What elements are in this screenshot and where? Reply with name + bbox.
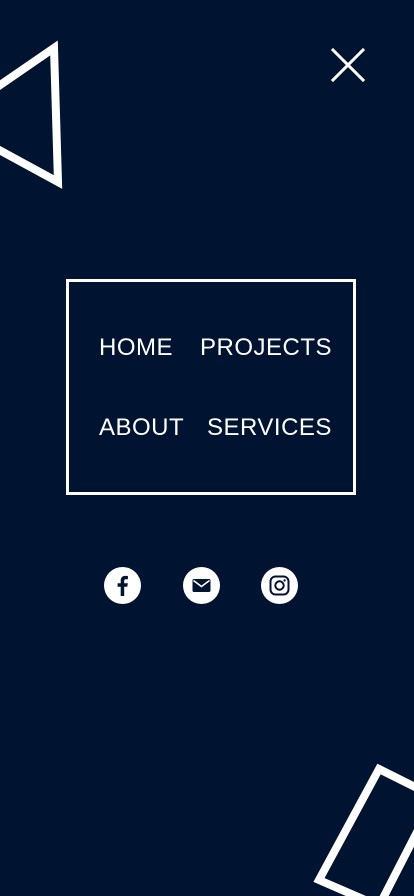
- nav-link-about[interactable]: ABOUT: [99, 414, 184, 442]
- facebook-link[interactable]: [104, 567, 141, 604]
- main-navigation-menu: HOME PROJECTS ABOUT SERVICES: [66, 279, 356, 495]
- close-menu-button[interactable]: [328, 45, 368, 85]
- instagram-link[interactable]: [261, 567, 298, 604]
- close-icon: [330, 47, 366, 83]
- nav-link-projects[interactable]: PROJECTS: [200, 334, 332, 362]
- email-icon: [192, 579, 211, 592]
- decorative-triangle-outline: [0, 40, 63, 189]
- nav-link-services[interactable]: SERVICES: [207, 414, 332, 442]
- instagram-icon: [269, 575, 290, 596]
- facebook-icon: [117, 575, 128, 596]
- nav-link-home[interactable]: HOME: [99, 334, 173, 362]
- email-link[interactable]: [183, 567, 220, 604]
- decorative-square-outline: [313, 763, 414, 896]
